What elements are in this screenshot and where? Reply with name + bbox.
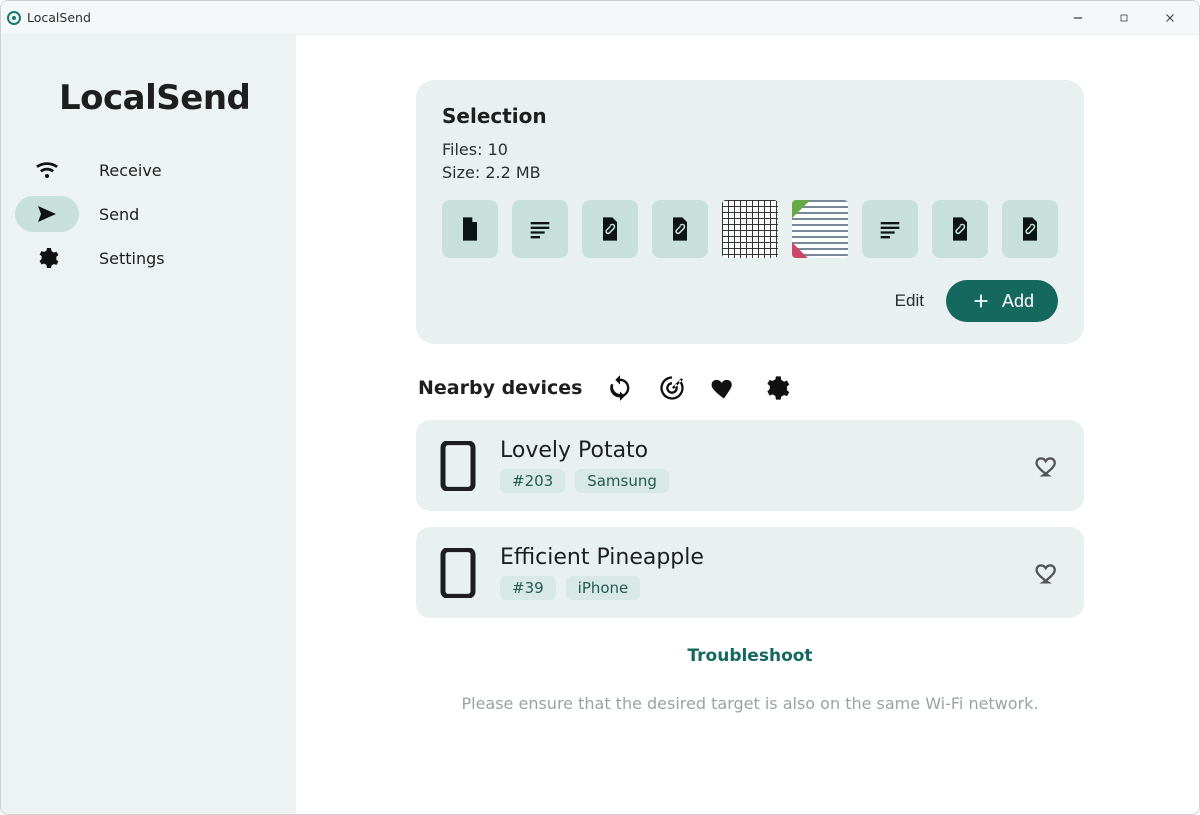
selection-size: Size: 2.2 MB [442,161,1058,184]
sidebar-item-receive[interactable]: Receive [15,152,296,188]
selection-thumbnails [442,200,1058,258]
device-name: Efficient Pineapple [500,545,1012,570]
maximize-icon [1118,12,1130,24]
send-icon [35,202,59,226]
device-tag: #203 [500,469,565,493]
sidebar-item-label: Send [99,205,139,224]
close-button[interactable] [1147,1,1193,35]
device-card[interactable]: Lovely Potato #203 Samsung [416,420,1084,511]
edit-button[interactable]: Edit [895,291,924,311]
refresh-icon[interactable] [606,374,634,402]
maximize-button[interactable] [1101,1,1147,35]
titlebar: LocalSend [1,1,1199,35]
text-icon [526,215,554,243]
selection-panel: Selection Files: 10 Size: 2.2 MB [416,80,1084,344]
image-preview [722,200,778,258]
device-model: iPhone [566,576,641,600]
attachment-icon [1016,215,1044,243]
app-icon [7,11,21,25]
favorite-button[interactable] [1034,452,1062,480]
device-name: Lovely Potato [500,438,1012,463]
file-thumbnail[interactable] [442,200,498,258]
favorite-button[interactable] [1034,559,1062,587]
minimize-button[interactable] [1055,1,1101,35]
phone-icon [438,440,478,492]
file-thumbnail[interactable] [652,200,708,258]
app-logo-text: LocalSend [1,60,296,146]
text-icon [876,215,904,243]
wifi-icon [35,158,59,182]
device-card[interactable]: Efficient Pineapple #39 iPhone [416,527,1084,618]
sidebar: LocalSend Receive Send Settings [1,35,296,814]
file-thumbnail[interactable] [932,200,988,258]
phone-icon [438,547,478,599]
selection-files-count: Files: 10 [442,138,1058,161]
attachment-icon [666,215,694,243]
file-icon [456,215,484,243]
plus-icon [970,290,992,312]
device-tag: #39 [500,576,556,600]
radar-icon[interactable] [658,374,686,402]
device-model: Samsung [575,469,669,493]
main-content: Selection Files: 10 Size: 2.2 MB [296,35,1199,814]
favorites-icon[interactable] [710,374,738,402]
settings-icon[interactable] [762,374,790,402]
image-preview [792,200,848,258]
file-thumbnail[interactable] [862,200,918,258]
image-thumbnail[interactable] [722,200,778,258]
sidebar-item-label: Settings [99,249,165,268]
troubleshoot-link[interactable]: Troubleshoot [416,646,1084,666]
sidebar-item-settings[interactable]: Settings [15,240,296,276]
network-hint: Please ensure that the desired target is… [416,694,1084,713]
nearby-header: Nearby devices [416,374,1084,420]
window: LocalSend LocalSend Receive Send Setting… [0,0,1200,815]
attachment-icon [596,215,624,243]
selection-title: Selection [442,104,1058,128]
add-button[interactable]: Add [946,280,1058,322]
gear-icon [35,246,59,270]
sidebar-item-send[interactable]: Send [15,196,296,232]
nearby-title: Nearby devices [418,377,582,399]
sidebar-item-label: Receive [99,161,162,180]
add-button-label: Add [1002,291,1034,312]
file-thumbnail[interactable] [582,200,638,258]
minimize-icon [1071,11,1085,25]
file-thumbnail[interactable] [1002,200,1058,258]
file-thumbnail[interactable] [512,200,568,258]
attachment-icon [946,215,974,243]
image-thumbnail[interactable] [792,200,848,258]
close-icon [1163,11,1177,25]
window-title: LocalSend [27,10,91,25]
